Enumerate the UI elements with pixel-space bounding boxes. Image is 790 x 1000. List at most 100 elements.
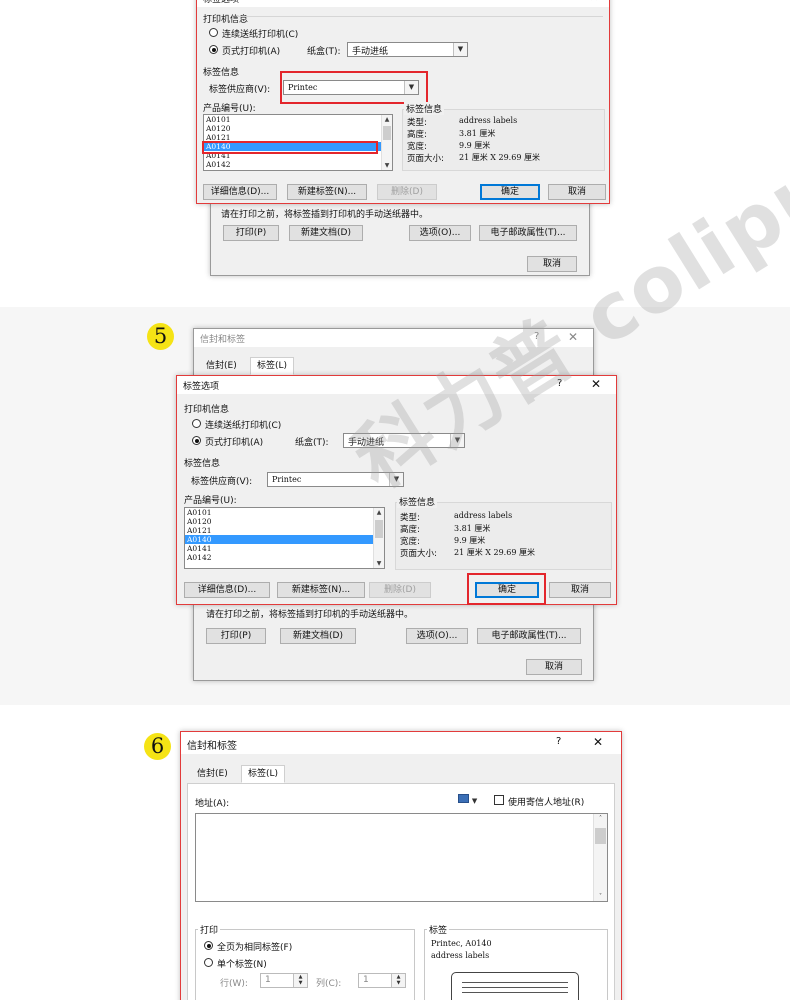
label-desc-vendor: Printec, A0140 bbox=[431, 939, 492, 948]
ok-highlight bbox=[467, 573, 546, 605]
tray-select[interactable]: 手动进纸 ▼ bbox=[347, 42, 468, 57]
envelope-dialog: 信封和标签 ? ✕ 信封(E) 标签(L) 地址(A): ▼ 使用寄信人地址(R… bbox=[180, 731, 622, 1000]
radio-single-label[interactable] bbox=[204, 958, 213, 967]
info-value: 3.81 厘米 bbox=[459, 129, 496, 138]
options-button[interactable]: 选项(O)... bbox=[409, 225, 471, 241]
col-spinner[interactable]: 1 ▲ ▼ bbox=[358, 973, 406, 988]
info-key: 页面大小: bbox=[400, 549, 437, 559]
new-label-button[interactable]: 新建标签(N)... bbox=[287, 184, 367, 200]
label-info-heading: 标签信息 bbox=[203, 68, 240, 78]
print-hint: 请在打印之前，将标签插到打印机的手动送纸器中。 bbox=[206, 610, 414, 620]
epostage-button[interactable]: 电子邮政属性(T)... bbox=[479, 225, 577, 241]
details-button[interactable]: 详细信息(D)... bbox=[184, 582, 270, 598]
scroll-thumb[interactable] bbox=[383, 126, 391, 140]
product-highlight bbox=[202, 141, 378, 154]
options-button[interactable]: 选项(O)... bbox=[406, 628, 468, 644]
scroll-up-icon[interactable]: ˄ bbox=[594, 814, 607, 823]
cancel-button[interactable]: 取消 bbox=[549, 582, 611, 598]
list-scrollbar[interactable]: ▲ ▼ bbox=[373, 508, 384, 568]
address-scrollbar[interactable]: ˄ ˅ bbox=[593, 814, 607, 901]
address-book-icon[interactable]: ▼ bbox=[458, 794, 488, 806]
info-value: address labels bbox=[454, 511, 513, 520]
epostage-button[interactable]: 电子邮政属性(T)... bbox=[477, 628, 581, 644]
label-tab-panel: 地址(A): ▼ 使用寄信人地址(R) ˄ ˅ 打印 全页为相同标签(F) 单个… bbox=[187, 783, 615, 1000]
vendor-value: Printec bbox=[272, 475, 302, 484]
list-item[interactable]: A0120 bbox=[185, 517, 384, 526]
radio-full-page[interactable] bbox=[204, 941, 213, 950]
product-list[interactable]: A0101 A0120 A0121 A0140 A0141 A0142 ▲ ▼ bbox=[184, 507, 385, 569]
label-desc-type: address labels bbox=[431, 951, 490, 960]
scroll-up-icon[interactable]: ▲ bbox=[374, 508, 384, 517]
print-hint: 请在打印之前，将标签插到打印机的手动送纸器中。 bbox=[221, 210, 429, 220]
close-icon[interactable]: ✕ bbox=[589, 0, 599, 4]
col-value: 1 bbox=[363, 975, 369, 985]
list-scrollbar[interactable]: ▲ ▼ bbox=[381, 115, 392, 170]
spinner-icon[interactable]: ▲ ▼ bbox=[293, 974, 307, 987]
address-textarea[interactable]: ˄ ˅ bbox=[195, 813, 608, 902]
list-item[interactable]: A0141 bbox=[185, 544, 384, 553]
use-return-address-checkbox[interactable] bbox=[494, 795, 504, 805]
vendor-highlight bbox=[280, 71, 428, 104]
dialog-title: 信封和标签 bbox=[187, 741, 237, 752]
print-button[interactable]: 打印(P) bbox=[223, 225, 279, 241]
info-value: 9.9 厘米 bbox=[459, 141, 491, 150]
row-label: 行(W): bbox=[220, 979, 248, 989]
list-item[interactable]: A0120 bbox=[204, 124, 392, 133]
col-label: 列(C): bbox=[316, 979, 342, 989]
scroll-down-icon[interactable]: ˅ bbox=[594, 892, 607, 901]
spinner-icon[interactable]: ▲ ▼ bbox=[391, 974, 405, 987]
single-label-label: 单个标签(N) bbox=[217, 960, 267, 970]
list-item[interactable]: A0142 bbox=[204, 160, 392, 169]
tab-label[interactable]: 标签(L) bbox=[250, 357, 295, 375]
info-key: 高度: bbox=[407, 130, 427, 140]
info-value: 21 厘米 X 29.69 厘米 bbox=[459, 153, 540, 162]
scroll-thumb[interactable] bbox=[595, 828, 606, 844]
scroll-up-icon[interactable]: ▲ bbox=[382, 115, 392, 124]
step-badge-6: 6 bbox=[144, 733, 171, 760]
step-badge-5: 5 bbox=[147, 323, 174, 350]
cancel-button[interactable]: 取消 bbox=[548, 184, 606, 200]
info-key: 高度: bbox=[400, 525, 420, 535]
radio-page-printer[interactable] bbox=[192, 436, 201, 445]
list-item[interactable]: A0101 bbox=[204, 115, 392, 124]
label-info-heading: 标签信息 bbox=[184, 459, 221, 469]
list-item[interactable]: A0121 bbox=[185, 526, 384, 535]
print-group-title: 打印 bbox=[198, 923, 221, 936]
list-item[interactable]: A0101 bbox=[185, 508, 384, 517]
page-printer-label: 页式打印机(A) bbox=[222, 47, 281, 57]
continuous-printer-label: 连续送纸打印机(C) bbox=[222, 30, 299, 40]
radio-continuous[interactable] bbox=[192, 419, 201, 428]
list-item[interactable]: A0142 bbox=[185, 553, 384, 562]
tab-envelope[interactable]: 信封(E) bbox=[200, 358, 243, 376]
cancel-button[interactable]: 取消 bbox=[526, 659, 582, 675]
row-spinner[interactable]: 1 ▲ ▼ bbox=[260, 973, 308, 988]
scroll-thumb[interactable] bbox=[375, 520, 383, 538]
tab-envelope[interactable]: 信封(E) bbox=[191, 766, 234, 784]
envelope-dialog-bg: 请在打印之前，将标签插到打印机的手动送纸器中。 打印(P) 新建文档(D) 选项… bbox=[210, 196, 590, 276]
vendor-label: 标签供应商(V): bbox=[191, 477, 253, 487]
ok-button[interactable]: 确定 bbox=[480, 184, 540, 200]
radio-continuous[interactable] bbox=[209, 28, 218, 37]
tray-label: 纸盒(T): bbox=[307, 47, 341, 57]
label-preview-icon bbox=[451, 972, 579, 1000]
new-label-button[interactable]: 新建标签(N)... bbox=[277, 582, 365, 598]
info-key: 宽度: bbox=[400, 537, 420, 547]
tab-label[interactable]: 标签(L) bbox=[241, 765, 286, 783]
details-button[interactable]: 详细信息(D)... bbox=[203, 184, 277, 200]
info-key: 类型: bbox=[407, 118, 427, 128]
new-document-button[interactable]: 新建文档(D) bbox=[289, 225, 363, 241]
scroll-down-icon[interactable]: ▼ bbox=[374, 559, 384, 568]
info-value: 9.9 厘米 bbox=[454, 536, 486, 545]
label-info-box: 类型: address labels 高度: 3.81 厘米 宽度: 9.9 厘… bbox=[402, 109, 605, 171]
help-icon[interactable]: ? bbox=[555, 0, 560, 2]
radio-page-printer[interactable] bbox=[209, 45, 218, 54]
scroll-down-icon[interactable]: ▼ bbox=[382, 161, 392, 170]
info-key: 页面大小: bbox=[407, 154, 444, 164]
help-icon[interactable]: ? bbox=[556, 736, 561, 747]
new-document-button[interactable]: 新建文档(D) bbox=[280, 628, 356, 644]
page-printer-label: 页式打印机(A) bbox=[205, 438, 264, 448]
close-icon[interactable]: ✕ bbox=[593, 735, 603, 749]
list-item-selected[interactable]: A0140 bbox=[185, 535, 384, 544]
print-button[interactable]: 打印(P) bbox=[206, 628, 266, 644]
address-label: 地址(A): bbox=[195, 799, 230, 809]
